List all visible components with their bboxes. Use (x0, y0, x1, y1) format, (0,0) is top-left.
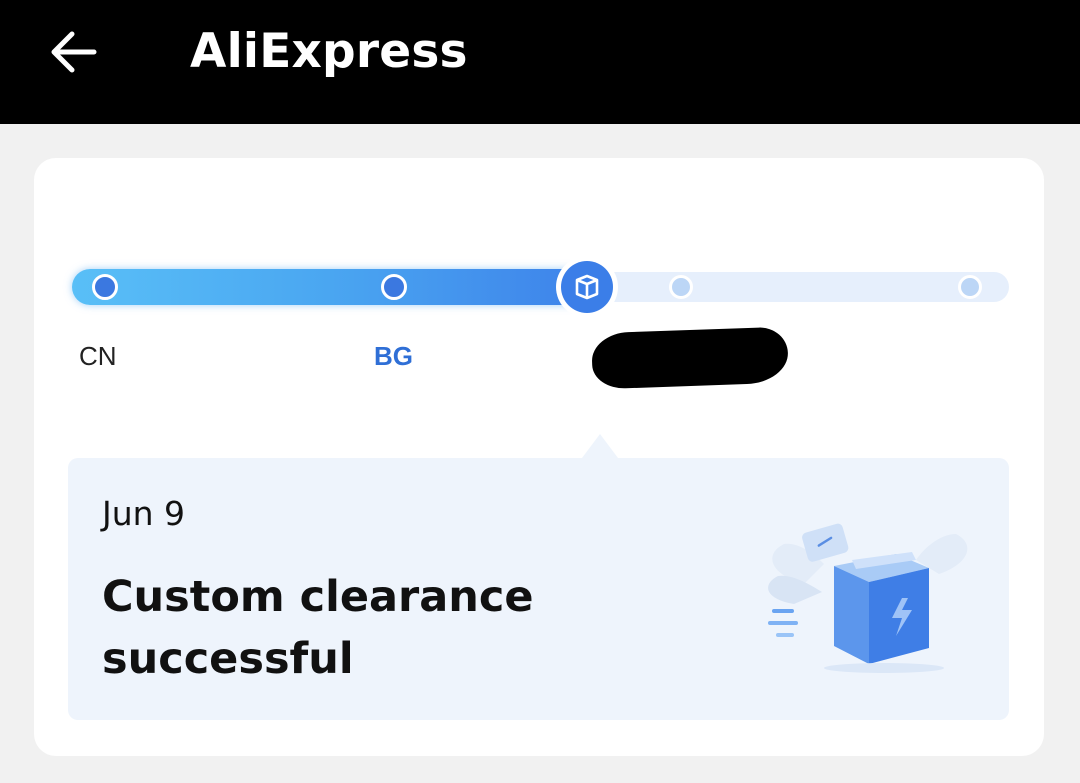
event-date: Jun 9 (102, 494, 186, 533)
flying-parcel-illustration (764, 514, 974, 674)
event-panel[interactable]: Jun 9 Custom clearance successful (68, 458, 1009, 720)
progress-fill (72, 269, 587, 305)
node-label-bg: BG (374, 341, 413, 371)
redacted-label (591, 326, 789, 390)
back-button[interactable] (44, 22, 104, 82)
event-status: Custom clearance successful (102, 572, 534, 684)
arrow-left-icon (51, 31, 97, 73)
package-icon (575, 274, 599, 300)
event-pointer (582, 434, 618, 458)
node-current[interactable] (556, 256, 618, 318)
node-bg[interactable] (381, 274, 407, 300)
tracking-progress: CN BG (34, 158, 1044, 418)
node-destination[interactable] (958, 275, 982, 299)
node-next[interactable] (669, 275, 693, 299)
tracking-card: CN BG Jun 9 Custom clearance successful (34, 158, 1044, 756)
app-bar: AliExpress (0, 0, 1080, 124)
node-cn[interactable] (92, 274, 118, 300)
app-title: AliExpress (190, 24, 468, 79)
node-label-cn: CN (79, 341, 117, 371)
